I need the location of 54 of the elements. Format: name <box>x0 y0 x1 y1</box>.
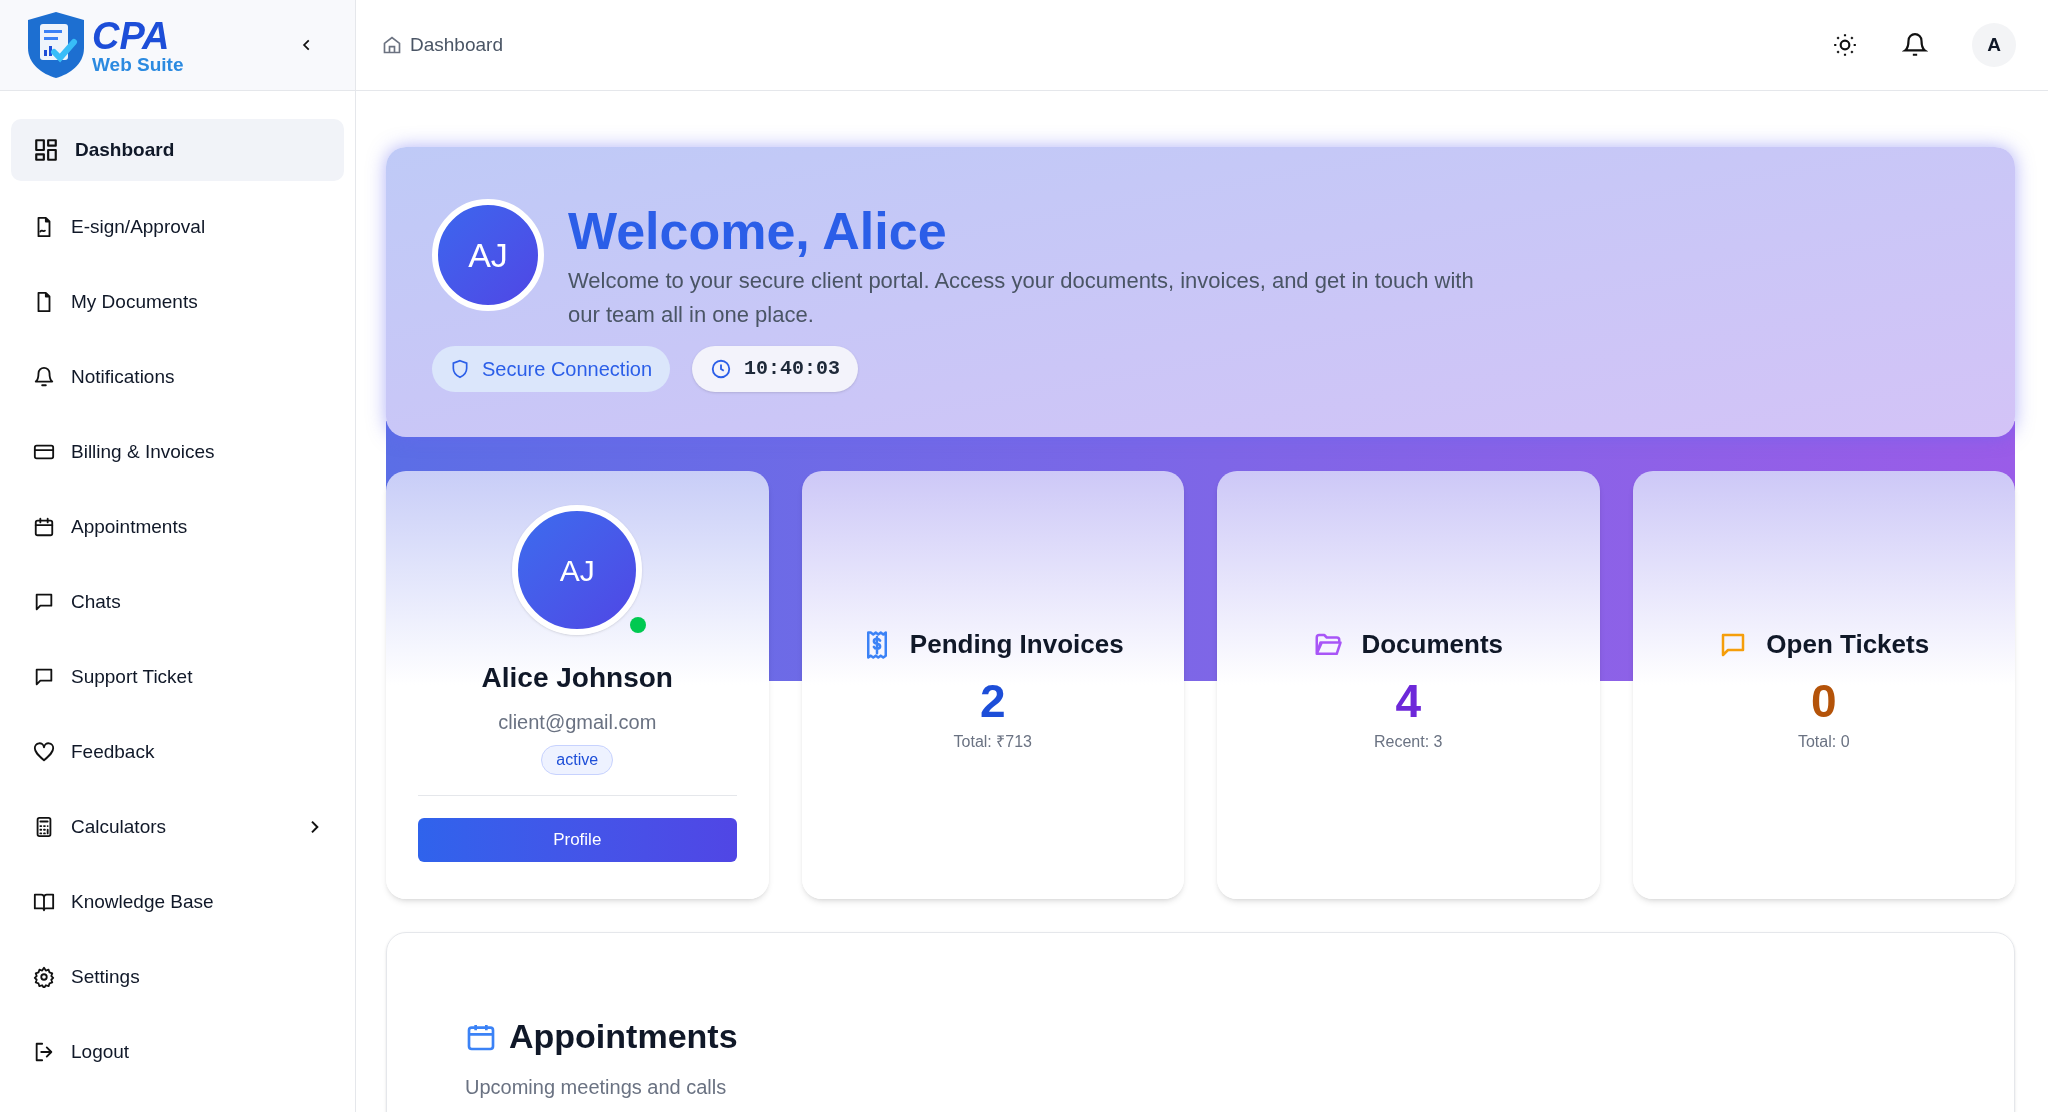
clock-badge: 10:40:03 <box>692 346 859 392</box>
status-badge: active <box>541 745 614 775</box>
welcome-text: Welcome to your secure client portal. Access your documents, invoices, and get in touch with our team all in one place. <box>568 267 1475 329</box>
sidebar-item[interactable]: Chats <box>11 573 344 631</box>
sidebar-item[interactable]: Knowledge Base <box>11 873 344 931</box>
bell-icon <box>1902 32 1928 58</box>
sun-icon <box>1832 32 1858 58</box>
sidebar-item[interactable]: Appointments <box>11 498 344 556</box>
sidebar-item[interactable]: Support Ticket <box>11 648 344 706</box>
welcome-heading: Welcome, Alice <box>568 201 948 262</box>
user-avatar: AJ <box>512 505 643 635</box>
user-email: client@gmail.com <box>498 710 657 735</box>
breadcrumb-link[interactable]: Dashboard <box>410 30 503 60</box>
chat-bubble-icon <box>33 591 55 613</box>
stat-title: Open Tickets <box>1766 628 1930 661</box>
stat-value: 0 <box>1810 678 1837 724</box>
stat-title: Documents <box>1361 628 1504 661</box>
stat-value: 2 <box>979 678 1006 724</box>
profile-button[interactable]: Profile <box>418 818 737 862</box>
stat-note: Recent: 3 <box>1374 732 1443 752</box>
home-icon <box>382 35 402 55</box>
stat-title: Pending Invoices <box>909 628 1124 661</box>
stat-note: Total: ₹713 <box>953 732 1032 752</box>
user-avatar-button[interactable]: A <box>1972 23 2016 67</box>
logout-icon <box>33 1041 55 1063</box>
shield-icon <box>450 358 470 380</box>
open-book-icon <box>33 891 55 913</box>
heart-icon <box>33 741 55 763</box>
section-subtitle: Upcoming meetings and calls <box>465 1075 728 1100</box>
sidebar-item[interactable]: Feedback <box>11 723 344 781</box>
stat-value: 4 <box>1395 678 1422 724</box>
calendar-icon <box>33 516 55 538</box>
sidebar-item[interactable]: E-sign/Approval <box>11 198 344 256</box>
sidebar-item[interactable]: Calculators <box>11 798 344 856</box>
sidebar-item[interactable]: Notifications <box>11 348 344 406</box>
theme-toggle-button[interactable] <box>1832 32 1858 58</box>
gear-icon <box>33 966 55 988</box>
sidebar-item[interactable]: Billing & Invoices <box>11 423 344 481</box>
notifications-button[interactable] <box>1902 32 1928 58</box>
chat-bubble-icon <box>33 666 55 688</box>
clock-icon <box>710 358 733 380</box>
bell-icon <box>33 366 55 388</box>
user-name: Alice Johnson <box>481 661 673 695</box>
grid-icon <box>33 137 59 163</box>
sidebar-item[interactable]: Dashboard <box>11 119 344 181</box>
sidebar-item[interactable]: My Documents <box>11 273 344 331</box>
logo-title: CPA <box>92 16 171 55</box>
user-avatar: AJ <box>432 199 544 311</box>
stat-note: Total: 0 <box>1797 732 1850 752</box>
logo-subtitle: Web Suite <box>92 54 184 74</box>
sidebar-item[interactable]: Settings <box>11 948 344 1006</box>
secure-connection-badge: Secure Connection <box>432 346 671 392</box>
sidebar-item[interactable]: Logout <box>11 1023 344 1081</box>
section-heading: Appointments <box>509 1016 738 1057</box>
